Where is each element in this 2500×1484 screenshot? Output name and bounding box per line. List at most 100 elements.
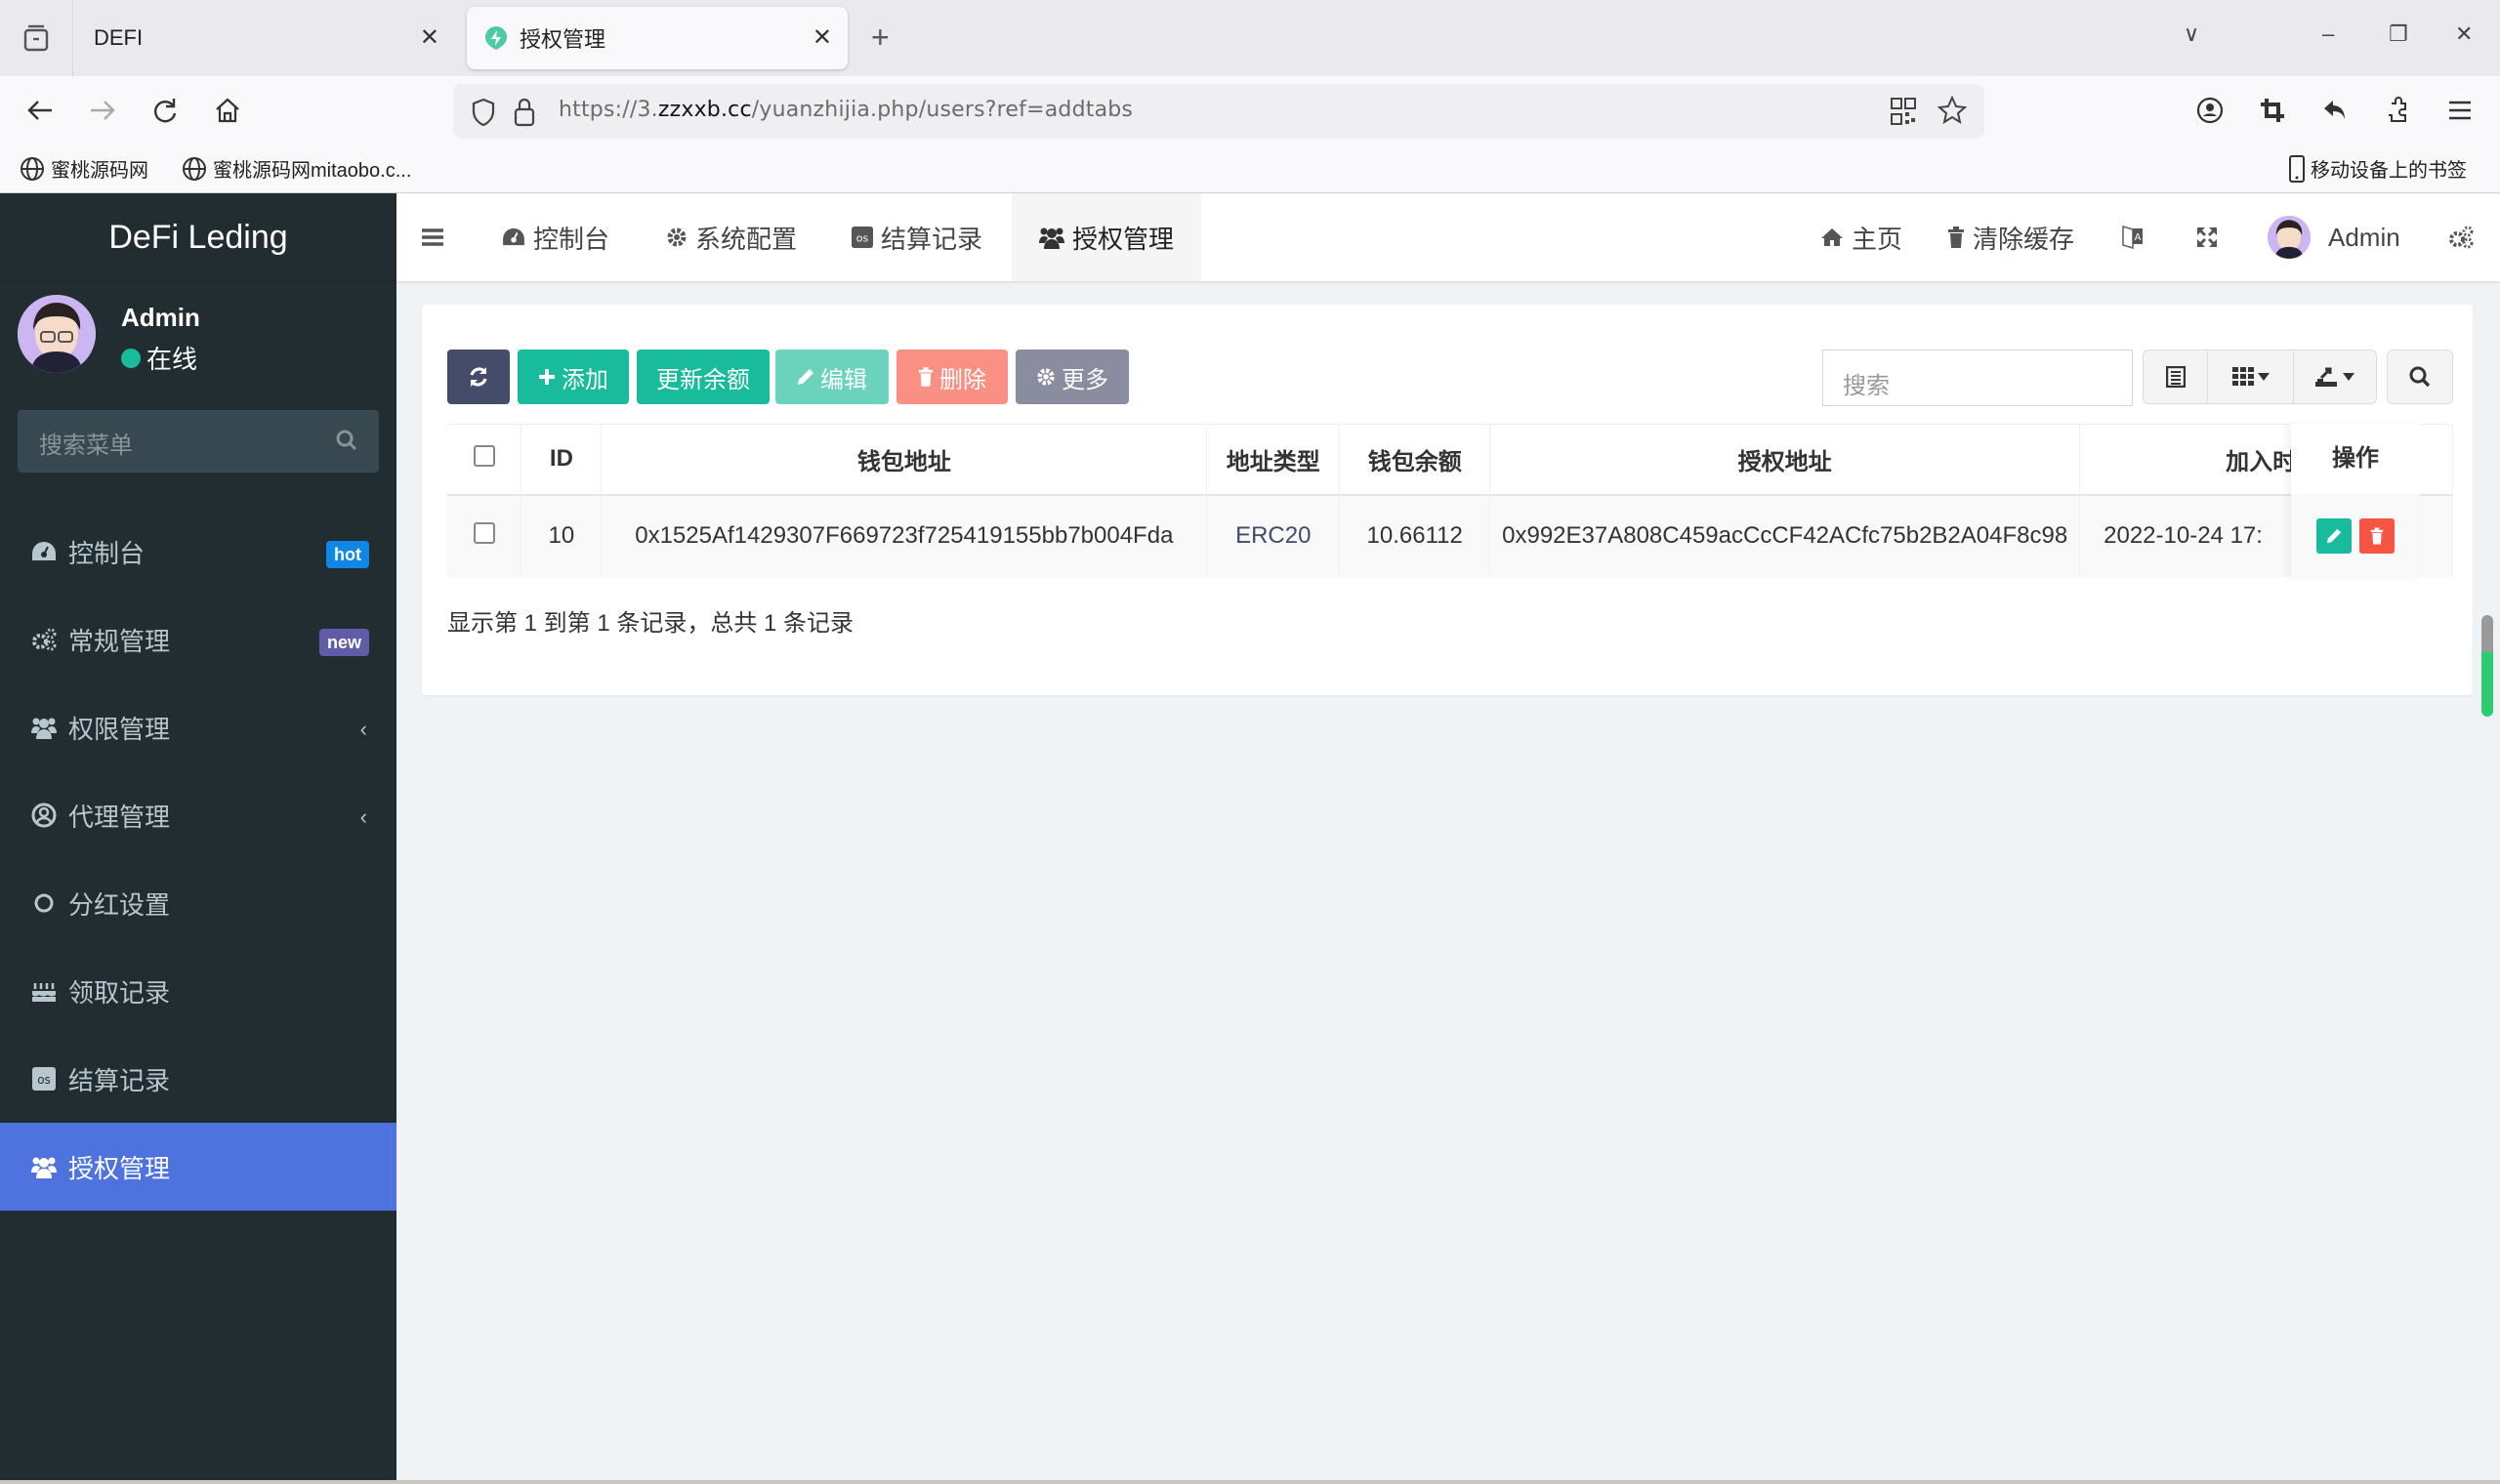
- control-sidebar-button[interactable]: [2447, 193, 2475, 281]
- refresh-button[interactable]: [447, 350, 510, 404]
- shield-icon[interactable]: [471, 98, 496, 127]
- app-menu-button[interactable]: [2443, 94, 2477, 127]
- globe-icon: [182, 156, 207, 182]
- columns-dropdown-button[interactable]: [2208, 350, 2294, 403]
- search-icon: [2409, 366, 2431, 388]
- header-user-name: Admin: [2328, 222, 2400, 252]
- users-icon: [31, 716, 57, 739]
- sidebar-item-claims[interactable]: 领取记录: [0, 947, 396, 1035]
- bookmark-item[interactable]: 蜜桃源码网: [20, 154, 148, 183]
- row-delete-button[interactable]: [2359, 518, 2395, 554]
- export-dropdown-button[interactable]: [2294, 350, 2376, 403]
- bookmark-item[interactable]: 蜜桃源码网mitaobo.c...: [182, 154, 411, 183]
- dashboard-icon: [502, 227, 525, 247]
- tab-overview-button[interactable]: [0, 0, 73, 76]
- sidebar-item-general[interactable]: 常规管理 new: [0, 596, 396, 683]
- column-header-id[interactable]: ID: [521, 424, 603, 496]
- column-header-auth-address[interactable]: 授权地址: [1489, 424, 2081, 496]
- tab-list-chevron-icon[interactable]: ∨: [2184, 21, 2199, 47]
- column-header-type[interactable]: 地址类型: [1206, 424, 1341, 496]
- close-tab-icon[interactable]: ✕: [420, 26, 439, 50]
- tab-settlements[interactable]: os 结算记录: [852, 193, 982, 281]
- tab-authorizations[interactable]: 授权管理: [1012, 193, 1202, 281]
- translate-button[interactable]: A: [2121, 193, 2145, 281]
- user-name: Admin: [121, 303, 200, 332]
- table-row[interactable]: 10 0x1525Af1429307F669723f725419155bb7b0…: [447, 494, 2453, 577]
- app-logo[interactable]: DeFi Leding: [0, 193, 396, 281]
- user-menu[interactable]: Admin: [2268, 193, 2400, 281]
- sidebar-item-dividend[interactable]: 分红设置: [0, 859, 396, 947]
- row-checkbox-cell: [447, 494, 522, 577]
- hot-badge: hot: [326, 541, 369, 568]
- url-text[interactable]: https://3.zzxxb.cc/yuanzhijia.php/users?…: [559, 98, 1133, 122]
- column-header-balance[interactable]: 钱包余额: [1339, 424, 1491, 496]
- bookmark-star-icon[interactable]: [1938, 96, 1967, 125]
- extensions-button[interactable]: [2381, 94, 2414, 127]
- sidebar-item-dashboard[interactable]: 控制台 hot: [0, 508, 396, 596]
- delete-label: 删除: [939, 366, 986, 393]
- sidebar-item-permissions[interactable]: 权限管理 ‹: [0, 683, 396, 771]
- qr-code-icon[interactable]: [1891, 98, 1916, 125]
- column-header-joined[interactable]: 加入时间: [2079, 424, 2325, 496]
- reload-button[interactable]: [148, 94, 182, 127]
- minimize-icon[interactable]: –: [2322, 21, 2334, 47]
- advanced-search-button[interactable]: [2387, 350, 2453, 404]
- caret-down-icon: [2343, 373, 2354, 381]
- toggle-view-button[interactable]: [2144, 350, 2208, 403]
- tab-dashboard[interactable]: 控制台: [502, 193, 609, 281]
- undo-button[interactable]: [2318, 94, 2352, 127]
- browser-toolbar: https://3.zzxxb.cc/yuanzhijia.php/users?…: [0, 76, 2500, 144]
- edit-button[interactable]: 编辑: [775, 350, 889, 404]
- tab-system-config[interactable]: 系统配置: [666, 193, 797, 281]
- sidebar-toggle-button[interactable]: [422, 193, 443, 281]
- page-scroll-indicator[interactable]: [2481, 615, 2493, 717]
- home-link[interactable]: 主页: [1820, 193, 1902, 281]
- update-balance-button[interactable]: 更新余额: [637, 350, 770, 404]
- more-label: 更多: [1062, 366, 1108, 393]
- fixed-operations-column: 操作: [2291, 424, 2420, 578]
- lock-icon[interactable]: [514, 96, 535, 127]
- home-icon: [1820, 227, 1844, 247]
- sidebar-search-placeholder: 搜索菜单: [39, 433, 133, 459]
- add-button[interactable]: 添加: [518, 350, 629, 404]
- delete-button[interactable]: 删除: [896, 350, 1008, 404]
- address-bar[interactable]: https://3.zzxxb.cc/yuanzhijia.php/users?…: [453, 84, 1984, 139]
- mobile-phone-icon: [2289, 154, 2305, 183]
- row-operations: [2291, 494, 2420, 578]
- account-button[interactable]: [2193, 94, 2227, 127]
- row-edit-button[interactable]: [2316, 518, 2352, 554]
- window-close-icon[interactable]: ✕: [2455, 21, 2473, 47]
- close-tab-icon[interactable]: ✕: [812, 26, 832, 50]
- clear-cache-button[interactable]: 清除缓存: [1947, 193, 2074, 281]
- column-header-wallet[interactable]: 钱包地址: [601, 424, 1208, 496]
- home-button[interactable]: [211, 94, 244, 127]
- pagination-summary: 显示第 1 到第 1 条记录，总共 1 条记录: [447, 610, 854, 637]
- export-icon: [2315, 366, 2339, 388]
- browser-tab-active[interactable]: 授权管理 ✕: [467, 7, 848, 69]
- mobile-bookmarks[interactable]: 移动设备上的书签: [2289, 154, 2467, 183]
- select-all-checkbox[interactable]: [473, 444, 495, 467]
- sidebar-item-agents[interactable]: 代理管理 ‹: [0, 771, 396, 859]
- sidebar-item-authorizations[interactable]: 授权管理: [0, 1123, 396, 1211]
- list-alt-icon: [2165, 366, 2186, 388]
- globe-icon: [20, 156, 45, 182]
- sidebar-search-input[interactable]: 搜索菜单: [18, 410, 379, 473]
- more-button[interactable]: 更多: [1016, 350, 1129, 404]
- caret-down-icon: [2257, 373, 2270, 381]
- tab-label: 控制台: [533, 224, 610, 254]
- browser-tab-defi[interactable]: DEFI ✕: [74, 7, 455, 69]
- tab-label: 结算记录: [881, 224, 983, 254]
- search-icon[interactable]: [336, 430, 357, 451]
- forward-button[interactable]: [86, 94, 119, 127]
- fullscreen-button[interactable]: [2195, 193, 2219, 281]
- row-checkbox[interactable]: [473, 521, 495, 544]
- back-button[interactable]: [23, 94, 57, 127]
- sidebar-item-settlements[interactable]: os 结算记录: [0, 1035, 396, 1123]
- grid-icon: [2231, 367, 2254, 387]
- new-tab-icon[interactable]: +: [871, 21, 890, 53]
- edit-label: 编辑: [820, 366, 867, 393]
- table-search-input[interactable]: 搜索: [1822, 350, 2133, 406]
- chevron-left-icon: ‹: [359, 717, 367, 741]
- screenshot-crop-button[interactable]: [2256, 94, 2289, 127]
- restore-icon[interactable]: ❐: [2389, 21, 2408, 47]
